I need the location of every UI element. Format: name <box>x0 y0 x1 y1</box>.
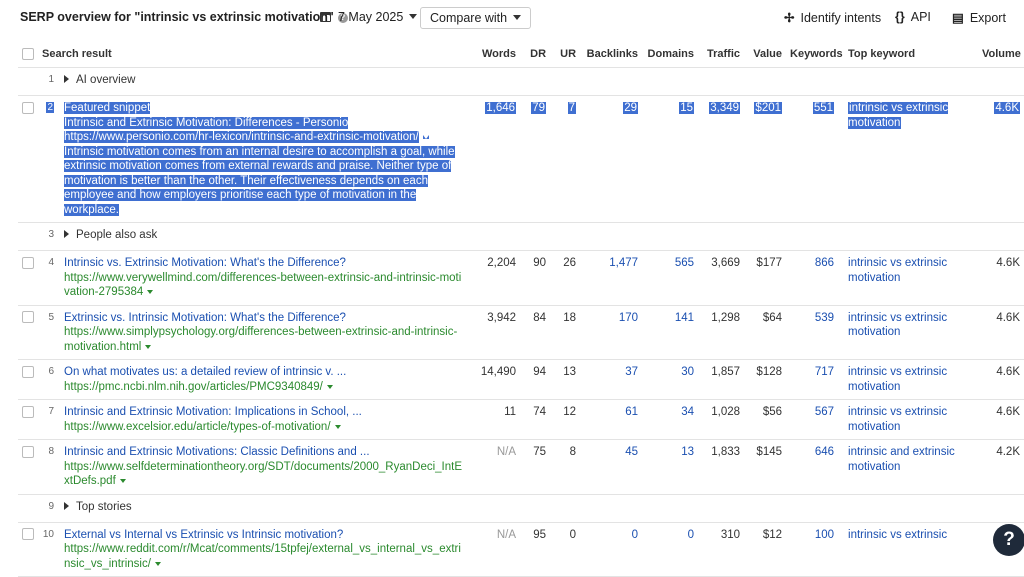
table-row[interactable]: 6 On what motivates us: a detailed revie… <box>18 359 1024 400</box>
col-ur[interactable]: UR <box>550 40 581 68</box>
result-title[interactable]: Intrinsic and Extrinsic Motivation: Impl… <box>64 406 362 418</box>
result-url[interactable]: https://www.simplypsychology.org/differe… <box>64 326 457 353</box>
row-checkbox[interactable] <box>22 528 34 541</box>
expand-arrow-icon[interactable] <box>64 501 69 510</box>
section-label: AI overview <box>76 74 136 86</box>
result-url[interactable]: https://pmc.ncbi.nlm.nih.gov/articles/PM… <box>64 381 323 393</box>
table-row[interactable]: 1 AI overview <box>18 67 1024 96</box>
col-search-result[interactable]: Search result <box>38 40 467 68</box>
result-title[interactable]: On what motivates us: a detailed review … <box>64 366 346 378</box>
result-url[interactable]: https://www.personio.com/hr-lexicon/intr… <box>64 131 419 143</box>
featured-snippet-badge: Featured snippet <box>64 102 151 114</box>
export-button[interactable]: ▤ Export <box>952 10 1006 25</box>
result-url[interactable]: https://www.reddit.com/r/Mcat/comments/1… <box>64 543 461 570</box>
table-row[interactable]: 7 Intrinsic and Extrinsic Motivation: Im… <box>18 399 1024 440</box>
snippet-text: Intrinsic motivation comes from an inter… <box>64 145 455 216</box>
table-row[interactable]: 3 People also ask <box>18 222 1024 251</box>
table-row[interactable]: 2 Featured snippet Intrinsic and Extrins… <box>18 95 1024 223</box>
compare-with-button[interactable]: Compare with <box>420 7 532 29</box>
col-words[interactable]: Words <box>466 40 521 68</box>
col-traffic[interactable]: Traffic <box>698 40 745 68</box>
col-keywords[interactable]: Keywords <box>786 40 843 68</box>
col-dr[interactable]: DR <box>520 40 551 68</box>
result-url[interactable]: https://www.excelsior.edu/article/types-… <box>64 421 331 433</box>
table-row[interactable]: 5 Extrinsic vs. Intrinsic Motivation: Wh… <box>18 305 1024 360</box>
api-button[interactable]: {} API <box>895 10 931 24</box>
date-picker[interactable]: 7 May 2025 <box>320 10 418 24</box>
calendar-icon <box>320 12 331 22</box>
col-domains[interactable]: Domains <box>642 40 699 68</box>
result-title[interactable]: External vs Internal vs Extrinsic vs Int… <box>64 529 343 541</box>
col-backlinks[interactable]: Backlinks <box>580 40 643 68</box>
row-checkbox[interactable] <box>22 256 34 269</box>
section-label: Top stories <box>76 500 132 513</box>
code-braces-icon: {} <box>895 10 905 24</box>
chevron-down-icon <box>513 15 522 20</box>
table-header: Search result Words DR UR Backlinks Doma… <box>18 40 1024 68</box>
row-checkbox[interactable] <box>22 405 34 418</box>
chevron-down-icon[interactable] <box>147 290 154 294</box>
result-url[interactable]: https://www.selfdeterminationtheory.org/… <box>64 461 462 488</box>
chevron-down-icon[interactable] <box>334 424 341 429</box>
table-row[interactable]: 10 External vs Internal vs Extrinsic vs … <box>18 522 1024 577</box>
result-url[interactable]: https://www.verywellmind.com/differences… <box>64 272 461 299</box>
row-checkbox[interactable] <box>22 101 34 114</box>
page-title: SERP overview for "intrinsic vs extrinsi… <box>20 10 348 24</box>
result-title[interactable]: Intrinsic and Extrinsic Motivations: Cla… <box>64 446 370 458</box>
chevron-down-icon <box>409 14 418 19</box>
chevron-down-icon[interactable] <box>119 479 126 483</box>
toolbar: SERP overview for "intrinsic vs extrinsi… <box>0 0 1024 36</box>
row-checkbox[interactable] <box>22 365 34 378</box>
serp-table: Search result Words DR UR Backlinks Doma… <box>18 40 1024 577</box>
expand-arrow-icon[interactable] <box>64 75 69 83</box>
result-title[interactable]: Intrinsic vs. Extrinsic Motivation: What… <box>64 257 346 269</box>
row-checkbox[interactable] <box>22 311 34 324</box>
section-label: People also ask <box>76 229 158 241</box>
select-all-checkbox[interactable] <box>22 47 34 60</box>
sparkle-icon: ✢ <box>784 11 795 25</box>
export-icon: ▤ <box>952 11 964 25</box>
col-volume[interactable]: Volume <box>978 40 1024 68</box>
identify-intents-button[interactable]: ✢ Identify intents <box>784 10 881 25</box>
chevron-down-icon[interactable] <box>326 384 333 389</box>
chevron-down-icon[interactable] <box>145 344 152 349</box>
table-row[interactable]: 8 Intrinsic and Extrinsic Motivations: C… <box>18 439 1024 495</box>
table-row[interactable]: 9 Top stories <box>18 494 1024 523</box>
row-checkbox[interactable] <box>22 445 34 458</box>
col-value[interactable]: Value <box>744 40 787 68</box>
help-chat-button[interactable]: ? <box>993 524 1024 556</box>
chevron-down-icon[interactable] <box>422 135 429 139</box>
table-row[interactable]: 4 Intrinsic vs. Extrinsic Motivation: Wh… <box>18 250 1024 306</box>
col-top-keyword[interactable]: Top keyword <box>838 40 979 68</box>
result-title[interactable]: Intrinsic and Extrinsic Motivation: Diff… <box>64 116 349 129</box>
expand-arrow-icon[interactable] <box>64 230 69 238</box>
result-title[interactable]: Extrinsic vs. Intrinsic Motivation: What… <box>64 312 346 324</box>
